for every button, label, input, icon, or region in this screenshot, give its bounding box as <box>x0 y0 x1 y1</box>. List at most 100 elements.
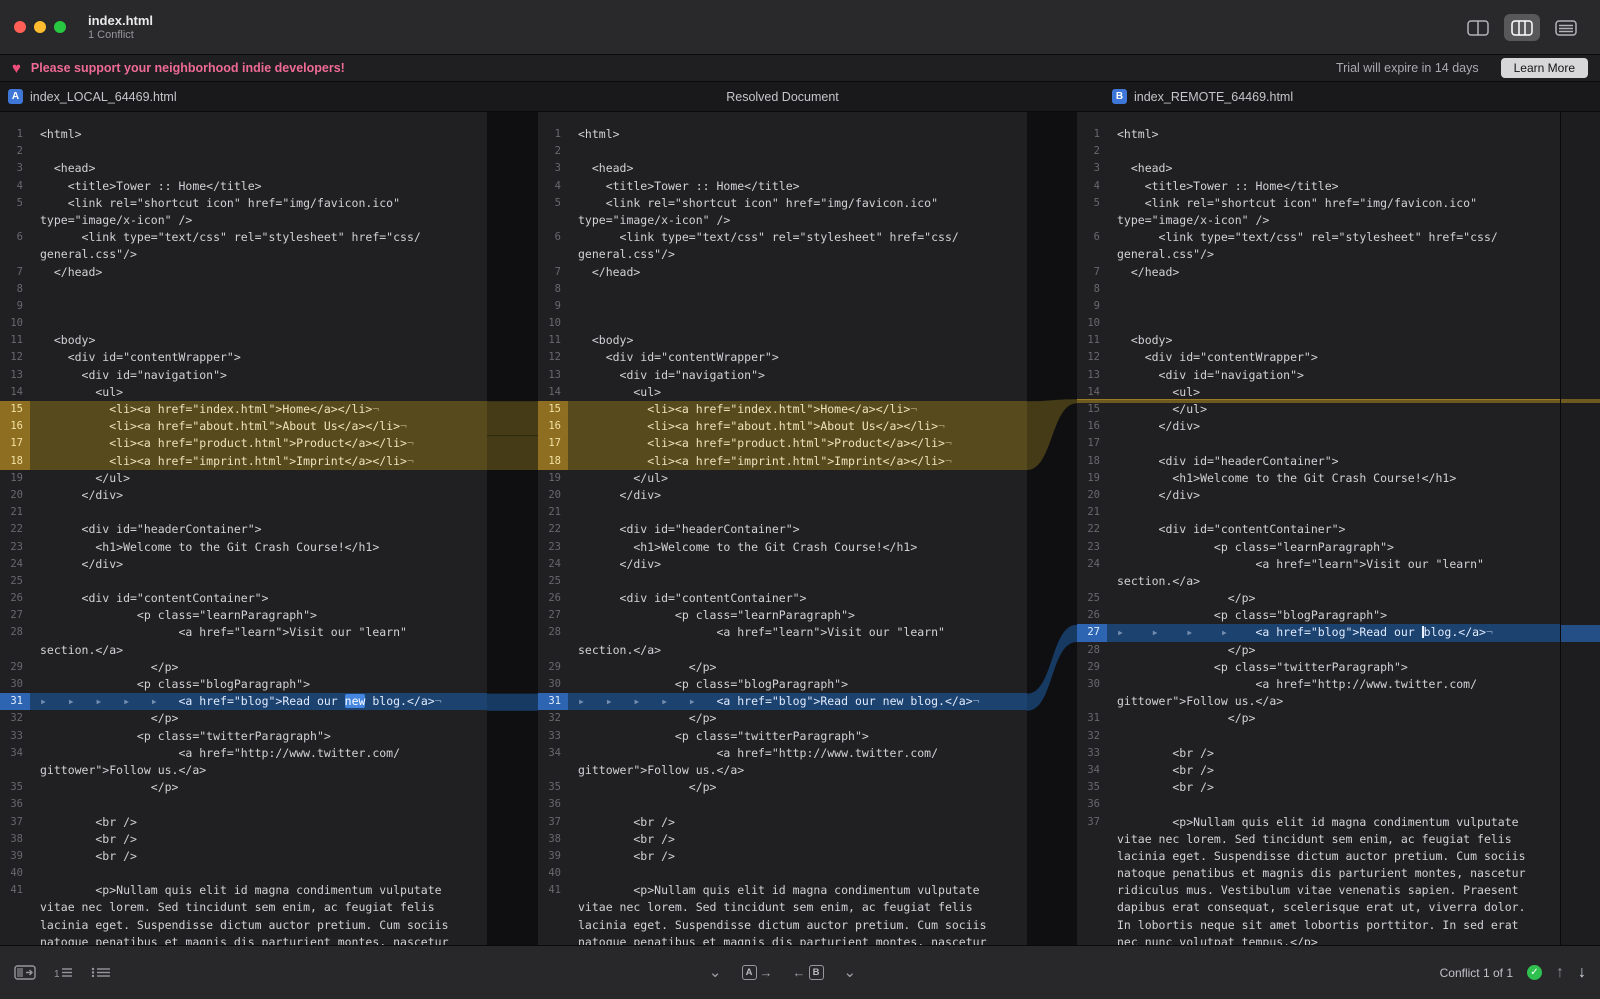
chevron-down-icon[interactable]: ⌄ <box>844 968 857 978</box>
code-line[interactable]: 36 <box>1077 796 1560 813</box>
code-line[interactable]: 32 <box>1077 728 1560 745</box>
code-line[interactable]: 25 </p> <box>1077 590 1560 607</box>
code-line[interactable]: 1<html> <box>1077 126 1560 143</box>
code-line[interactable]: 16 <li><a href="about.html">About Us</a>… <box>0 418 487 435</box>
overview-olive-change-mark[interactable] <box>1561 399 1600 403</box>
code-line[interactable]: lacinia eget. Suspendisse dictum auctor … <box>0 917 487 934</box>
code-line[interactable]: In lobortis neque sit amet lobortis port… <box>1077 917 1560 934</box>
code-line[interactable]: 32 </p> <box>0 710 487 727</box>
code-line[interactable]: 11 <body> <box>1077 332 1560 349</box>
code-line[interactable]: 16 <li><a href="about.html">About Us</a>… <box>538 418 1027 435</box>
code-line[interactable]: vitae nec lorem. Sed tincidunt sem enim,… <box>0 899 487 916</box>
code-line[interactable]: 34 <br /> <box>1077 762 1560 779</box>
code-line[interactable]: natoque penatibus et magnis dis parturie… <box>1077 865 1560 882</box>
code-line[interactable]: 26 <div id="contentContainer"> <box>0 590 487 607</box>
code-line[interactable]: 12 <div id="contentWrapper"> <box>0 349 487 366</box>
code-line[interactable]: 3 <head> <box>0 160 487 177</box>
code-line[interactable]: 11 <body> <box>0 332 487 349</box>
choose-a-button[interactable]: A → <box>742 965 773 980</box>
two-pane-view-button[interactable] <box>1460 14 1496 41</box>
code-line[interactable]: 31▸ ▸ ▸ ▸ ▸ <a href="blog">Read our new … <box>0 693 487 710</box>
code-line[interactable]: 21 <box>0 504 487 521</box>
code-line[interactable]: 29 </p> <box>0 659 487 676</box>
code-line[interactable]: 22 <div id="contentContainer"> <box>1077 521 1560 538</box>
code-line[interactable]: 9 <box>1077 298 1560 315</box>
code-line[interactable]: 2 <box>0 143 487 160</box>
code-line[interactable]: lacinia eget. Suspendisse dictum auctor … <box>538 917 1027 934</box>
code-line[interactable]: dapibus erat consequat, scelerisque erat… <box>1077 899 1560 916</box>
code-line[interactable]: 27 <p class="learnParagraph"> <box>538 607 1027 624</box>
code-line[interactable]: 36 <box>538 796 1027 813</box>
code-line[interactable]: 25 <box>0 573 487 590</box>
code-line[interactable]: 12 <div id="contentWrapper"> <box>1077 349 1560 366</box>
code-line[interactable]: 8 <box>538 281 1027 298</box>
code-line[interactable]: 24 <a href="learn">Visit our "learn" <box>1077 556 1560 573</box>
code-line[interactable]: 13 <div id="navigation"> <box>0 367 487 384</box>
code-line[interactable]: 21 <box>538 504 1027 521</box>
code-line[interactable]: 9 <box>0 298 487 315</box>
code-line[interactable]: 27▸ ▸ ▸ ▸ <a href="blog">Read our blog.<… <box>1077 624 1560 641</box>
code-line[interactable]: general.css"/> <box>1077 246 1560 263</box>
code-line[interactable]: 17 <box>1077 435 1560 452</box>
change-overview-strip[interactable] <box>1560 112 1600 945</box>
code-line[interactable]: 17 <li><a href="product.html">Product</a… <box>538 435 1027 452</box>
code-line[interactable]: 18 <div id="headerContainer"> <box>1077 453 1560 470</box>
code-line[interactable]: 15 <li><a href="index.html">Home</a></li… <box>0 401 487 418</box>
code-line[interactable]: 15 <li><a href="index.html">Home</a></li… <box>538 401 1027 418</box>
code-line[interactable]: 10 <box>1077 315 1560 332</box>
code-line[interactable]: 19 </ul> <box>0 470 487 487</box>
code-line[interactable]: 3 <head> <box>538 160 1027 177</box>
code-line[interactable]: 34 <a href="http://www.twitter.com/ <box>538 745 1027 762</box>
code-line[interactable]: 30 <a href="http://www.twitter.com/ <box>1077 676 1560 693</box>
fluid-merge-view-button[interactable] <box>1504 14 1540 41</box>
code-line[interactable]: 15 </ul> <box>1077 401 1560 418</box>
code-line[interactable]: type="image/x-icon" /> <box>0 212 487 229</box>
code-line[interactable]: vitae nec lorem. Sed tincidunt sem enim,… <box>538 899 1027 916</box>
code-line[interactable]: 20 </div> <box>0 487 487 504</box>
code-line[interactable]: 13 <div id="navigation"> <box>1077 367 1560 384</box>
code-line[interactable]: 13 <div id="navigation"> <box>538 367 1027 384</box>
code-line[interactable]: 27 <p class="learnParagraph"> <box>0 607 487 624</box>
code-line[interactable]: 23 <p class="learnParagraph"> <box>1077 539 1560 556</box>
code-line[interactable]: 10 <box>538 315 1027 332</box>
code-line[interactable]: 35 </p> <box>538 779 1027 796</box>
remote-code-pane[interactable]: 1<html>23 <head>4 <title>Tower :: Home</… <box>1077 112 1560 945</box>
code-line[interactable]: 21 <box>1077 504 1560 521</box>
code-line[interactable]: 37 <br /> <box>0 814 487 831</box>
code-line[interactable]: 26 <div id="contentContainer"> <box>538 590 1027 607</box>
code-line[interactable]: 6 <link type="text/css" rel="stylesheet"… <box>0 229 487 246</box>
code-line[interactable]: 3 <head> <box>1077 160 1560 177</box>
learn-more-button[interactable]: Learn More <box>1501 58 1588 78</box>
code-line[interactable]: section.</a> <box>1077 573 1560 590</box>
code-line[interactable]: 5 <link rel="shortcut icon" href="img/fa… <box>1077 195 1560 212</box>
code-line[interactable]: 14 <ul> <box>0 384 487 401</box>
code-line[interactable]: 24 </div> <box>538 556 1027 573</box>
code-line[interactable]: 19 <h1>Welcome to the Git Crash Course!<… <box>1077 470 1560 487</box>
code-line[interactable]: 7 </head> <box>0 264 487 281</box>
overview-blue-change-mark[interactable] <box>1561 625 1600 642</box>
code-line[interactable]: 29 <p class="twitterParagraph"> <box>1077 659 1560 676</box>
code-line[interactable]: 32 </p> <box>538 710 1027 727</box>
code-line[interactable]: natoque penatibus et magnis dis parturie… <box>0 934 487 945</box>
code-line[interactable]: 8 <box>1077 281 1560 298</box>
code-line[interactable]: type="image/x-icon" /> <box>538 212 1027 229</box>
code-line[interactable]: 2 <box>538 143 1027 160</box>
code-line[interactable]: vitae nec lorem. Sed tincidunt sem enim,… <box>1077 831 1560 848</box>
code-line[interactable]: lacinia eget. Suspendisse dictum auctor … <box>1077 848 1560 865</box>
code-line[interactable]: 40 <box>0 865 487 882</box>
code-line[interactable]: 2 <box>1077 143 1560 160</box>
code-line[interactable]: 16 </div> <box>1077 418 1560 435</box>
code-line[interactable]: 41 <p>Nullam quis elit id magna condimen… <box>0 882 487 899</box>
code-line[interactable]: 30 <p class="blogParagraph"> <box>538 676 1027 693</box>
code-line[interactable]: 33 <br /> <box>1077 745 1560 762</box>
code-line[interactable]: 35 </p> <box>0 779 487 796</box>
code-line[interactable]: 33 <p class="twitterParagraph"> <box>0 728 487 745</box>
choose-b-button[interactable]: ← B <box>793 965 824 980</box>
code-line[interactable]: 23 <h1>Welcome to the Git Crash Course!<… <box>0 539 487 556</box>
code-line[interactable]: 19 </ul> <box>538 470 1027 487</box>
code-line[interactable]: 25 <box>538 573 1027 590</box>
code-line[interactable]: 40 <box>538 865 1027 882</box>
previous-conflict-button[interactable]: ↑ <box>1556 964 1564 982</box>
minimize-window-button[interactable] <box>34 21 46 33</box>
code-line[interactable]: 10 <box>0 315 487 332</box>
